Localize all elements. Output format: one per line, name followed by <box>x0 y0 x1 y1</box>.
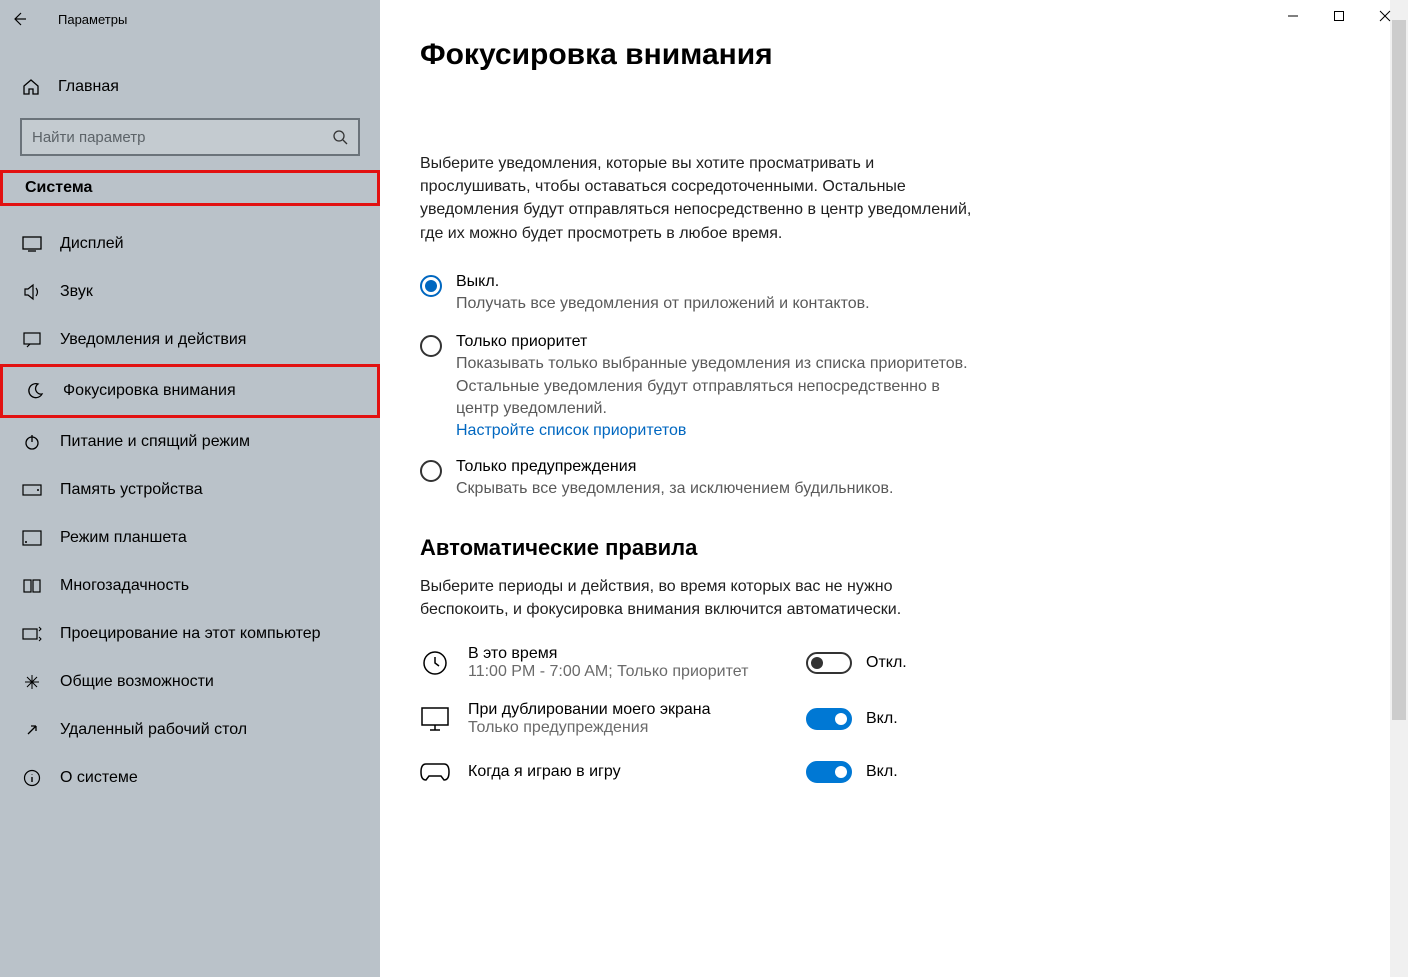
rule-toggle[interactable] <box>806 761 852 783</box>
notifications-icon <box>22 330 42 350</box>
sidebar-item-shared[interactable]: Общие возможности <box>0 658 380 706</box>
storage-icon <box>22 480 42 500</box>
sidebar-item-focus-assist[interactable]: Фокусировка внимания <box>0 364 380 418</box>
close-button[interactable] <box>1362 0 1408 32</box>
rule-toggle[interactable] <box>806 652 852 674</box>
sidebar-item-label: Фокусировка внимания <box>63 382 236 400</box>
sidebar-item-tablet[interactable]: Режим планшета <box>0 514 380 562</box>
sidebar-item-label: Дисплей <box>60 235 124 253</box>
sidebar-item-label: Память устройства <box>60 481 203 499</box>
remote-icon <box>22 720 42 740</box>
sidebar-item-multitasking[interactable]: Многозадачность <box>0 562 380 610</box>
search-icon <box>332 129 348 145</box>
rule-playing-game[interactable]: Когда я играю в игру Вкл. <box>420 757 1340 787</box>
radio-button[interactable] <box>420 275 442 297</box>
power-icon <box>22 432 42 452</box>
sidebar-item-notifications[interactable]: Уведомления и действия <box>0 316 380 364</box>
sidebar-item-label: Общие возможности <box>60 673 214 691</box>
search-input[interactable] <box>32 129 332 146</box>
sidebar-item-label: Проецирование на этот компьютер <box>60 625 321 643</box>
radio-off[interactable]: Выкл. Получать все уведомления от прилож… <box>420 273 980 315</box>
category-label: Система <box>15 173 102 203</box>
minimize-button[interactable] <box>1270 0 1316 32</box>
radio-label: Только предупреждения <box>456 458 893 476</box>
rule-during-these-times[interactable]: В это время 11:00 PM - 7:00 AM; Только п… <box>420 645 1340 681</box>
projecting-icon <box>22 624 42 644</box>
radio-description: Скрывать все уведомления, за исключением… <box>456 478 893 500</box>
sidebar-item-label: Питание и спящий режим <box>60 433 250 451</box>
sidebar-item-display[interactable]: Дисплей <box>0 220 380 268</box>
radio-description: Показывать только выбранные уведомления … <box>456 353 980 420</box>
clock-icon <box>420 648 450 678</box>
sidebar-item-label: Уведомления и действия <box>60 331 246 349</box>
sidebar-item-label: Удаленный рабочий стол <box>60 721 247 739</box>
radio-button[interactable] <box>420 460 442 482</box>
page-description: Выберите уведомления, которые вы хотите … <box>420 152 980 245</box>
info-icon <box>22 768 42 788</box>
customize-priority-link[interactable]: Настройте список приоритетов <box>456 422 980 440</box>
multitasking-icon <box>22 576 42 596</box>
page-title: Фокусировка внимания <box>420 38 1340 72</box>
sidebar-item-projecting[interactable]: Проецирование на этот компьютер <box>0 610 380 658</box>
display-icon <box>22 234 42 254</box>
toggle-state: Откл. <box>866 654 907 672</box>
radio-label: Только приоритет <box>456 333 980 351</box>
sidebar-item-about[interactable]: О системе <box>0 754 380 802</box>
focus-mode-radio-group: Выкл. Получать все уведомления от прилож… <box>420 273 980 501</box>
tablet-icon <box>22 528 42 548</box>
moon-icon <box>25 381 45 401</box>
content-pane: Фокусировка внимания Выберите уведомлени… <box>380 0 1408 977</box>
rule-duplicating-display[interactable]: При дублировании моего экрана Только пре… <box>420 701 1340 737</box>
sidebar-item-remote-desktop[interactable]: Удаленный рабочий стол <box>0 706 380 754</box>
rule-toggle[interactable] <box>806 708 852 730</box>
gamepad-icon <box>420 757 450 787</box>
sidebar-item-label: Режим планшета <box>60 529 187 547</box>
radio-description: Получать все уведомления от приложений и… <box>456 293 870 315</box>
shared-icon <box>22 672 42 692</box>
window-controls <box>1270 0 1408 32</box>
rules-header: Автоматические правила <box>420 535 1340 561</box>
titlebar: Параметры <box>0 0 380 38</box>
nav-list: Дисплей Звук Уведомления и действия Фоку… <box>0 220 380 802</box>
nav-home-label: Главная <box>58 78 119 96</box>
monitor-icon <box>420 704 450 734</box>
back-button[interactable] <box>0 0 38 38</box>
scrollbar-thumb[interactable] <box>1392 20 1406 720</box>
home-icon <box>22 78 40 96</box>
radio-alarms-only[interactable]: Только предупреждения Скрывать все уведо… <box>420 458 980 500</box>
sidebar-item-storage[interactable]: Память устройства <box>0 466 380 514</box>
sidebar-item-label: Звук <box>60 283 93 301</box>
rule-sub: Только предупреждения <box>468 719 788 737</box>
radio-button[interactable] <box>420 335 442 357</box>
arrow-left-icon <box>11 11 27 27</box>
rule-label: При дублировании моего экрана <box>468 701 788 719</box>
search-box[interactable] <box>20 118 360 156</box>
radio-priority-only[interactable]: Только приоритет Показывать только выбра… <box>420 333 980 440</box>
nav-home[interactable]: Главная <box>0 66 380 108</box>
rule-label: Когда я играю в игру <box>468 763 788 781</box>
maximize-button[interactable] <box>1316 0 1362 32</box>
rules-description: Выберите периоды и действия, во время ко… <box>420 575 980 621</box>
sidebar-item-sound[interactable]: Звук <box>0 268 380 316</box>
rules-list: В это время 11:00 PM - 7:00 AM; Только п… <box>420 645 1340 787</box>
rule-sub: 11:00 PM - 7:00 AM; Только приоритет <box>468 663 788 681</box>
sound-icon <box>22 282 42 302</box>
sidebar-item-label: Многозадачность <box>60 577 189 595</box>
category-highlight: Система <box>0 170 380 206</box>
rule-label: В это время <box>468 645 788 663</box>
scrollbar[interactable] <box>1390 0 1408 977</box>
toggle-state: Вкл. <box>866 763 898 781</box>
sidebar-item-label: О системе <box>60 769 138 787</box>
toggle-state: Вкл. <box>866 710 898 728</box>
radio-label: Выкл. <box>456 273 870 291</box>
sidebar: Параметры Главная Система Дисплей <box>0 0 380 977</box>
window-title: Параметры <box>38 12 127 27</box>
sidebar-item-power[interactable]: Питание и спящий режим <box>0 418 380 466</box>
